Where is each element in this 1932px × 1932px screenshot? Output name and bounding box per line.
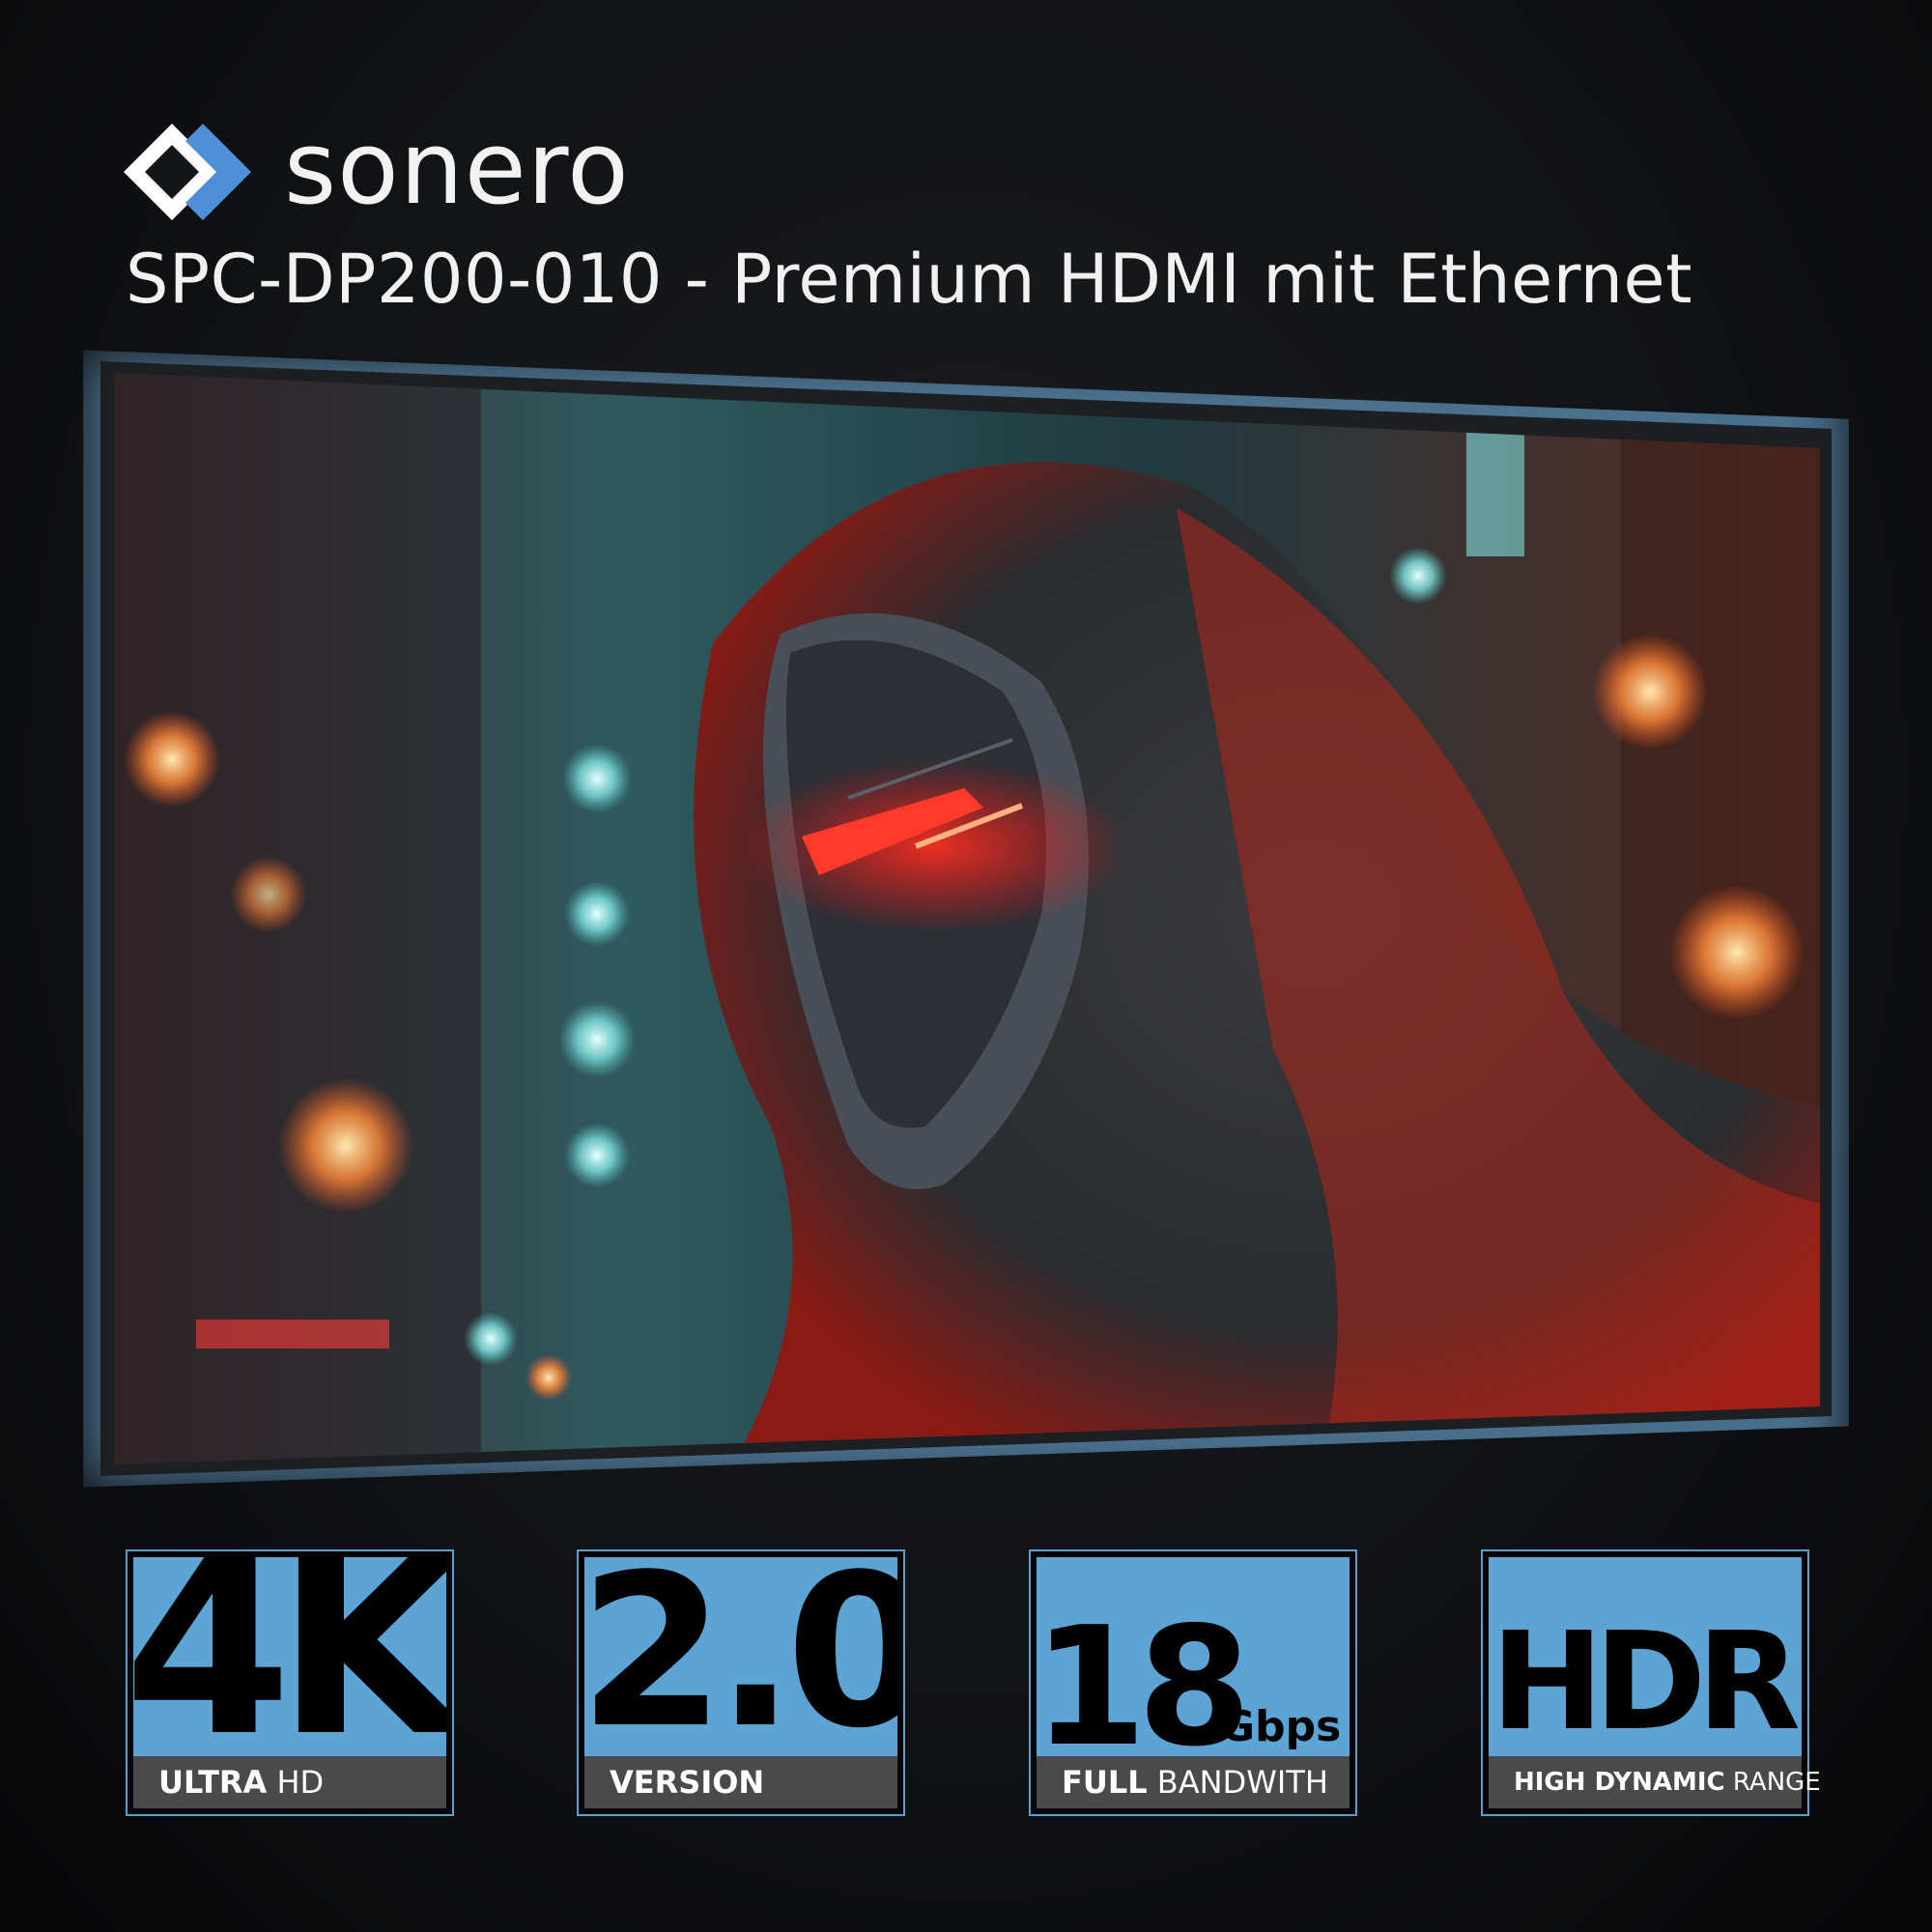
product-title: SPC-DP200-010 - Premium HDMI mit Etherne…: [126, 240, 1693, 319]
badge-4k: 4K ULTRA HD: [126, 1549, 454, 1816]
badge-hdr: HDR HIGH DYNAMIC RANGE: [1481, 1549, 1821, 1816]
badge-bandwidth-text: 18: [1037, 1592, 1252, 1783]
brand-logo: sonero: [124, 118, 630, 220]
badge-hdr-label: HIGH DYNAMIC RANGE: [1489, 1756, 1821, 1808]
badge-bandwidth-label: FULL BANDWITH: [1037, 1756, 1350, 1808]
hooded-cyborg-image: [114, 373, 1820, 1464]
badge-version: 2.0 VERSION: [577, 1549, 905, 1816]
brand-name: sonero: [284, 109, 630, 227]
badge-version-text: 2.0: [584, 1557, 897, 1775]
badge-hdr-text: HDR: [1491, 1604, 1801, 1761]
badge-version-label: VERSION: [584, 1756, 897, 1808]
badge-4k-text: 4K: [133, 1557, 446, 1789]
sonero-logo-icon: [124, 124, 251, 220]
tv-screen: [114, 373, 1820, 1464]
badge-4k-label: ULTRA HD: [133, 1756, 446, 1808]
badge-bandwidth-unit: Gbps: [1220, 1702, 1342, 1751]
badge-bandwidth: 18 Gbps FULL BANDWITH: [1029, 1549, 1357, 1816]
